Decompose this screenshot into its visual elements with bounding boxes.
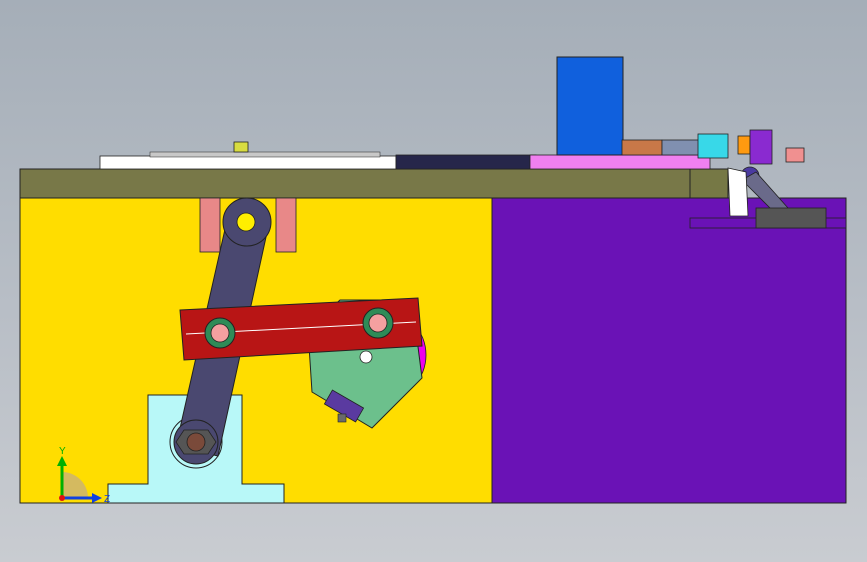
motor-mount[interactable] <box>621 139 663 156</box>
purple-actuator[interactable] <box>749 129 773 165</box>
gripper-base[interactable] <box>755 207 827 229</box>
cyan-gear-block[interactable] <box>697 133 729 159</box>
pink-support-left[interactable] <box>199 197 221 253</box>
upper-pivot-pin[interactable] <box>236 212 256 232</box>
green-plate-pin[interactable] <box>359 350 373 364</box>
right-frame-block[interactable] <box>491 197 847 504</box>
red-link-right-bearing-inner <box>368 313 388 333</box>
top-rail[interactable] <box>99 155 397 170</box>
red-link-left-bearing-inner <box>210 323 230 343</box>
dark-guide-rail[interactable] <box>395 154 537 170</box>
pink-adjust-knob[interactable] <box>785 147 805 163</box>
top-knob[interactable] <box>233 141 249 153</box>
pink-support-right[interactable] <box>275 197 297 253</box>
blue-motor[interactable] <box>556 56 624 156</box>
cad-viewport[interactable]: Y Z <box>0 0 867 562</box>
base-plate[interactable] <box>19 168 701 199</box>
pink-slide-block[interactable] <box>529 154 711 170</box>
white-gripper-jaw[interactable] <box>727 167 749 217</box>
orange-block[interactable] <box>737 135 751 155</box>
triad-origin <box>59 495 65 501</box>
triad-z-label: Z <box>104 494 110 505</box>
triad-y-label: Y <box>59 446 66 457</box>
assembly-drawing[interactable]: Y Z <box>0 0 867 562</box>
base-plate-end[interactable] <box>689 168 729 199</box>
lower-pivot-pin[interactable] <box>186 432 206 452</box>
rail-strip[interactable] <box>149 151 381 158</box>
green-plate-bolt[interactable] <box>337 413 347 423</box>
